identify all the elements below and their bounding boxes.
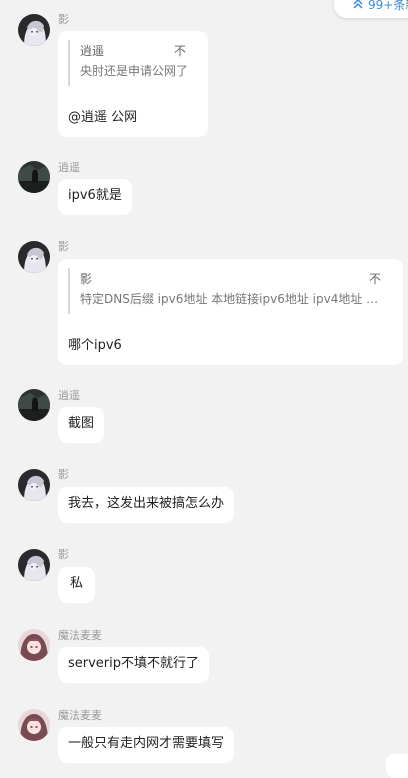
- message-bubble[interactable]: ipv6就是: [58, 179, 132, 215]
- message-text: 我去，这发出来被搞怎么办: [68, 496, 225, 511]
- sender-name: 影: [58, 13, 69, 26]
- avatar[interactable]: [18, 469, 50, 501]
- avatar[interactable]: [18, 14, 50, 46]
- sender-name: 影: [58, 240, 69, 253]
- sender-name: 魔法麦麦: [58, 629, 102, 642]
- message-bubble[interactable]: 截图: [58, 407, 105, 443]
- message-text: 一般只有走内网才需要填写: [68, 736, 225, 751]
- avatar[interactable]: [18, 629, 50, 661]
- partial-message-bubble: [386, 754, 408, 778]
- quoted-sender: 影: [80, 272, 93, 286]
- message-bubble[interactable]: 影 不 特定DNS后缀 ipv6地址 本地链接ipv6地址 ipv4地址 子..…: [58, 259, 403, 365]
- sender-name: 影: [58, 468, 69, 481]
- message-bubble[interactable]: 私: [58, 567, 96, 603]
- message-text: serverip不填不就行了: [68, 656, 200, 671]
- quoted-time: 不: [368, 272, 381, 286]
- message-text: ipv6就是: [68, 188, 122, 203]
- message-bubble[interactable]: 逍遥 不 央肘还是申请公网了 @逍遥 公网: [58, 31, 208, 137]
- message-text: 私: [70, 576, 84, 591]
- avatar[interactable]: [18, 549, 50, 581]
- new-messages-button[interactable]: 99+条新: [334, 0, 408, 18]
- avatar[interactable]: [18, 709, 50, 741]
- new-messages-label: 99+条新: [368, 0, 408, 12]
- message-text: 截图: [68, 416, 95, 431]
- quoted-message[interactable]: 逍遥 不 央肘还是申请公网了: [68, 40, 198, 86]
- avatar[interactable]: [18, 241, 50, 273]
- sender-name: 魔法麦麦: [58, 709, 102, 722]
- message-bubble[interactable]: 我去，这发出来被搞怎么办: [58, 487, 235, 523]
- quoted-text: 特定DNS后缀 ipv6地址 本地链接ipv6地址 ipv4地址 子...: [80, 292, 383, 306]
- avatar[interactable]: [18, 389, 50, 421]
- message-text: 哪个ipv6: [68, 338, 122, 353]
- sender-name: 影: [58, 548, 69, 561]
- sender-name: 逍遥: [58, 389, 80, 402]
- quoted-time: 不: [173, 44, 186, 58]
- avatar[interactable]: [18, 161, 50, 193]
- sender-name: 逍遥: [58, 161, 80, 174]
- quoted-message[interactable]: 影 不 特定DNS后缀 ipv6地址 本地链接ipv6地址 ipv4地址 子..…: [68, 268, 393, 314]
- message-bubble[interactable]: serverip不填不就行了: [58, 647, 210, 683]
- quoted-text: 央肘还是申请公网了: [80, 64, 188, 78]
- quoted-sender: 逍遥: [80, 44, 105, 58]
- message-bubble[interactable]: 一般只有走内网才需要填写: [58, 727, 235, 763]
- message-text: @逍遥 公网: [68, 110, 138, 125]
- double-chevron-up-icon: [353, 0, 363, 9]
